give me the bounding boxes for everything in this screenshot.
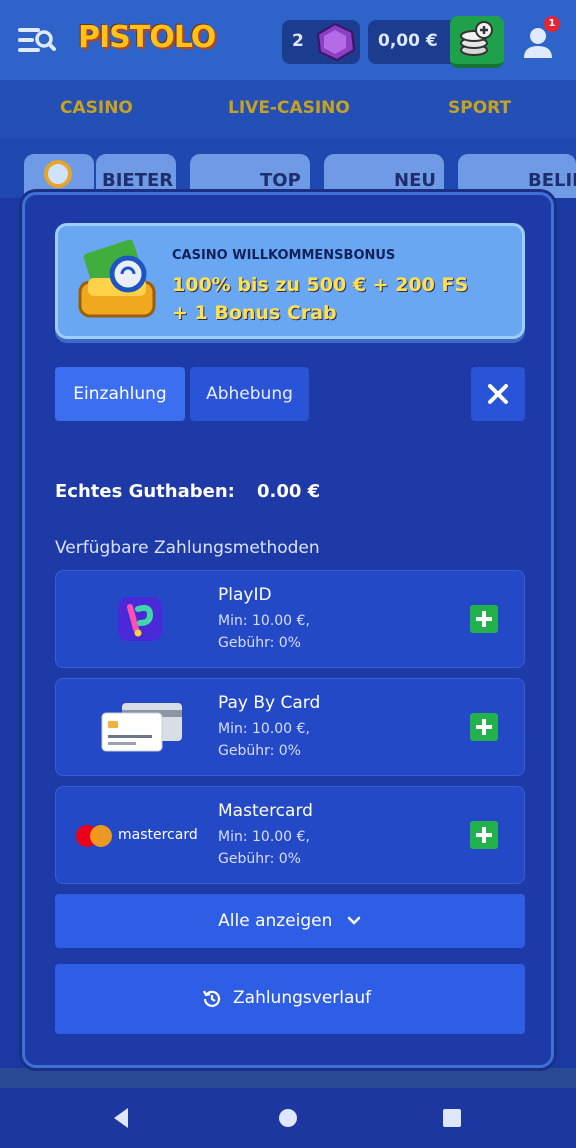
gems-counter[interactable]: 2 [282, 20, 360, 64]
method-fee: Gebühr: 0% [218, 635, 301, 651]
show-all-button[interactable]: Alle anzeigen [55, 894, 525, 948]
history-label: Zahlungsverlauf [233, 988, 372, 1008]
top-bar: PISTOLO 2 0,00 € 1 [0, 0, 576, 80]
chevron-down-icon [347, 916, 361, 925]
plus-icon [476, 719, 492, 735]
home-icon[interactable] [276, 1106, 300, 1130]
method-min: Min: 10.00 €, [218, 613, 310, 629]
money-chest-icon [78, 239, 156, 318]
welcome-bonus-banner[interactable]: CASINO WILLKOMMENSBONUS 100% bis zu 500 … [55, 223, 525, 339]
method-name: PlayID [218, 585, 272, 605]
add-method-mastercard-button[interactable] [470, 821, 498, 849]
main-nav: CASINO LIVE-CASINO SPORT [0, 80, 576, 138]
pistolo-logo[interactable]: PISTOLO [78, 16, 216, 60]
payment-method-mastercard[interactable]: mastercard Mastercard Min: 10.00 €, Gebü… [55, 786, 525, 884]
category-provider-label: BIETER [102, 170, 174, 191]
tab-deposit[interactable]: Einzahlung [55, 367, 185, 421]
tab-withdraw[interactable]: Abhebung [190, 367, 309, 421]
card-icon [101, 703, 182, 752]
category-new-label: NEU [394, 170, 436, 191]
nav-live-casino[interactable]: LIVE-CASINO [228, 98, 350, 118]
add-method-playid-button[interactable] [470, 605, 498, 633]
gem-icon [316, 22, 356, 62]
category-popular-label: BELIE [528, 170, 576, 191]
payment-history-button[interactable]: Zahlungsverlauf [55, 964, 525, 1034]
real-balance-value: 0.00 € [257, 481, 321, 502]
back-icon[interactable] [110, 1106, 134, 1130]
recents-icon[interactable] [440, 1106, 464, 1130]
nav-sport[interactable]: SPORT [448, 98, 511, 118]
add-method-card-button[interactable] [470, 713, 498, 741]
menu-icon[interactable] [16, 20, 56, 60]
show-all-label: Alle anzeigen [218, 911, 333, 931]
system-nav-bar [0, 1088, 576, 1148]
method-name: Mastercard [218, 801, 313, 821]
method-name: Pay By Card [218, 693, 321, 713]
mastercard-logo: mastercard [74, 823, 204, 849]
close-button[interactable] [471, 367, 525, 421]
balance-amount: 0,00 € [378, 31, 438, 51]
mastercard-wordmark: mastercard [118, 827, 198, 843]
method-fee: Gebühr: 0% [218, 851, 301, 867]
magnifier-icon [44, 160, 72, 188]
plus-icon [476, 827, 492, 843]
promo-extra: + 1 Bonus Crab [172, 302, 337, 324]
history-icon [203, 990, 221, 1007]
category-top-label: TOP [260, 170, 301, 191]
payment-modal: CASINO WILLKOMMENSBONUS 100% bis zu 500 … [22, 192, 554, 1068]
promo-offer: 100% bis zu 500 € + 200 FS [172, 274, 469, 296]
payment-method-playid[interactable]: PlayID Min: 10.00 €, Gebühr: 0% [55, 570, 525, 668]
plus-icon [476, 611, 492, 627]
method-min: Min: 10.00 €, [218, 721, 310, 737]
coins-plus-icon [460, 21, 493, 56]
playid-logo [118, 597, 162, 641]
method-fee: Gebühr: 0% [218, 743, 301, 759]
notification-badge: 1 [544, 16, 560, 32]
close-icon [488, 384, 508, 404]
deposit-coins-button[interactable] [450, 16, 504, 68]
promo-title: CASINO WILLKOMMENSBONUS [172, 248, 396, 263]
game-thumbnails-strip [0, 1068, 576, 1090]
method-min: Min: 10.00 €, [218, 829, 310, 845]
methods-heading: Verfügbare Zahlungsmethoden [55, 538, 320, 558]
category-bar: BIETER TOP NEU BELIE [0, 138, 576, 198]
gems-count: 2 [292, 31, 304, 51]
payment-method-card[interactable]: Pay By Card Min: 10.00 €, Gebühr: 0% [55, 678, 525, 776]
nav-casino[interactable]: CASINO [60, 98, 133, 118]
real-balance-label: Echtes Guthaben: [55, 481, 235, 502]
